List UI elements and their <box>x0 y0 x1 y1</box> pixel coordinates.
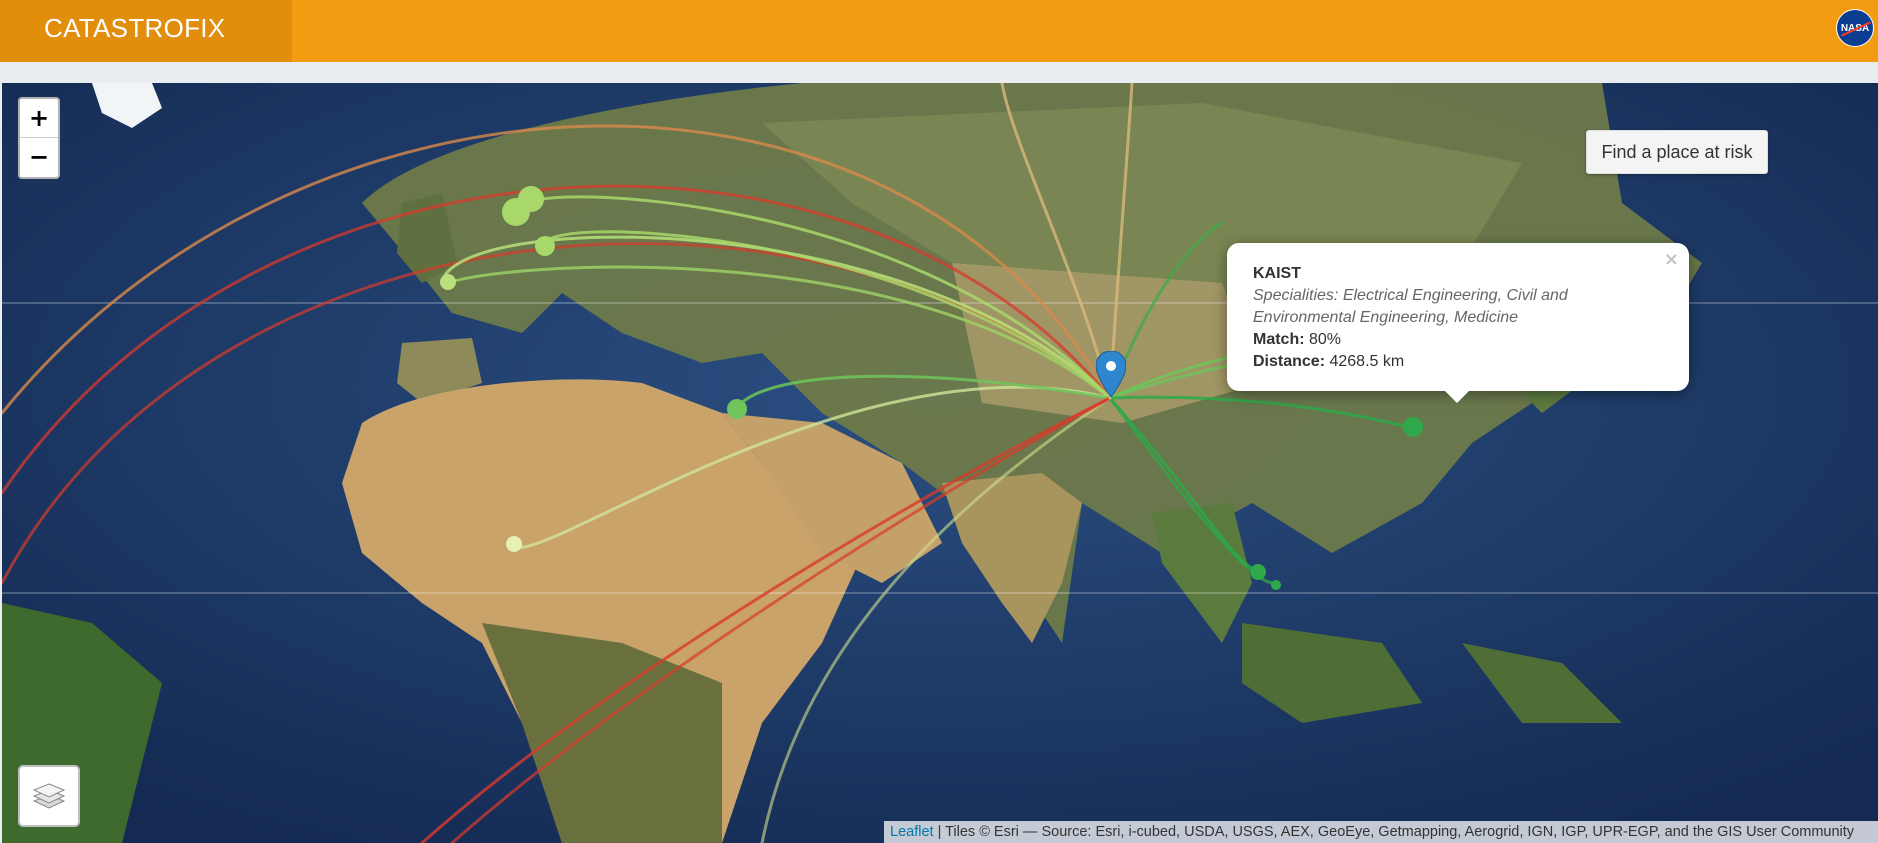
popup-specialities: Specialities: Electrical Engineering, Ci… <box>1253 287 1568 326</box>
app-brand[interactable]: CATASTROFIX <box>0 0 292 62</box>
layers-icon <box>32 783 66 809</box>
zoom-in-button[interactable]: + <box>20 99 58 138</box>
top-bar: CATASTROFIX NASA <box>0 0 1878 62</box>
popup-distance: Distance: 4268.5 km <box>1253 351 1663 373</box>
popup-title: KAIST <box>1253 265 1301 282</box>
match-label: Match: <box>1253 331 1305 348</box>
find-place-button[interactable]: Find a place at risk <box>1586 130 1768 174</box>
zoom-control: + − <box>18 97 60 179</box>
layers-button[interactable] <box>18 765 80 827</box>
map-tiles-and-connections <box>2 83 1878 843</box>
match-value: 80% <box>1304 331 1342 348</box>
map-attribution: Leaflet | Tiles © Esri — Source: Esri, i… <box>884 821 1878 843</box>
map-pin-icon[interactable] <box>1096 351 1126 397</box>
location-popup: × KAIST Specialities: Electrical Enginee… <box>1227 243 1689 403</box>
nasa-logo-icon: NASA <box>1836 9 1874 47</box>
zoom-out-button[interactable]: − <box>20 138 58 177</box>
leaflet-link[interactable]: Leaflet <box>890 824 934 840</box>
attribution-text: | Tiles © Esri — Source: Esri, i-cubed, … <box>933 824 1855 840</box>
popup-tip <box>1443 389 1471 403</box>
distance-label: Distance: <box>1253 353 1326 370</box>
world-map[interactable]: + − Find a place at risk × KAIST Special… <box>2 83 1878 843</box>
popup-match: Match: 80% <box>1253 329 1663 351</box>
distance-value: 4268.5 km <box>1325 353 1405 370</box>
close-icon[interactable]: × <box>1664 249 1679 270</box>
